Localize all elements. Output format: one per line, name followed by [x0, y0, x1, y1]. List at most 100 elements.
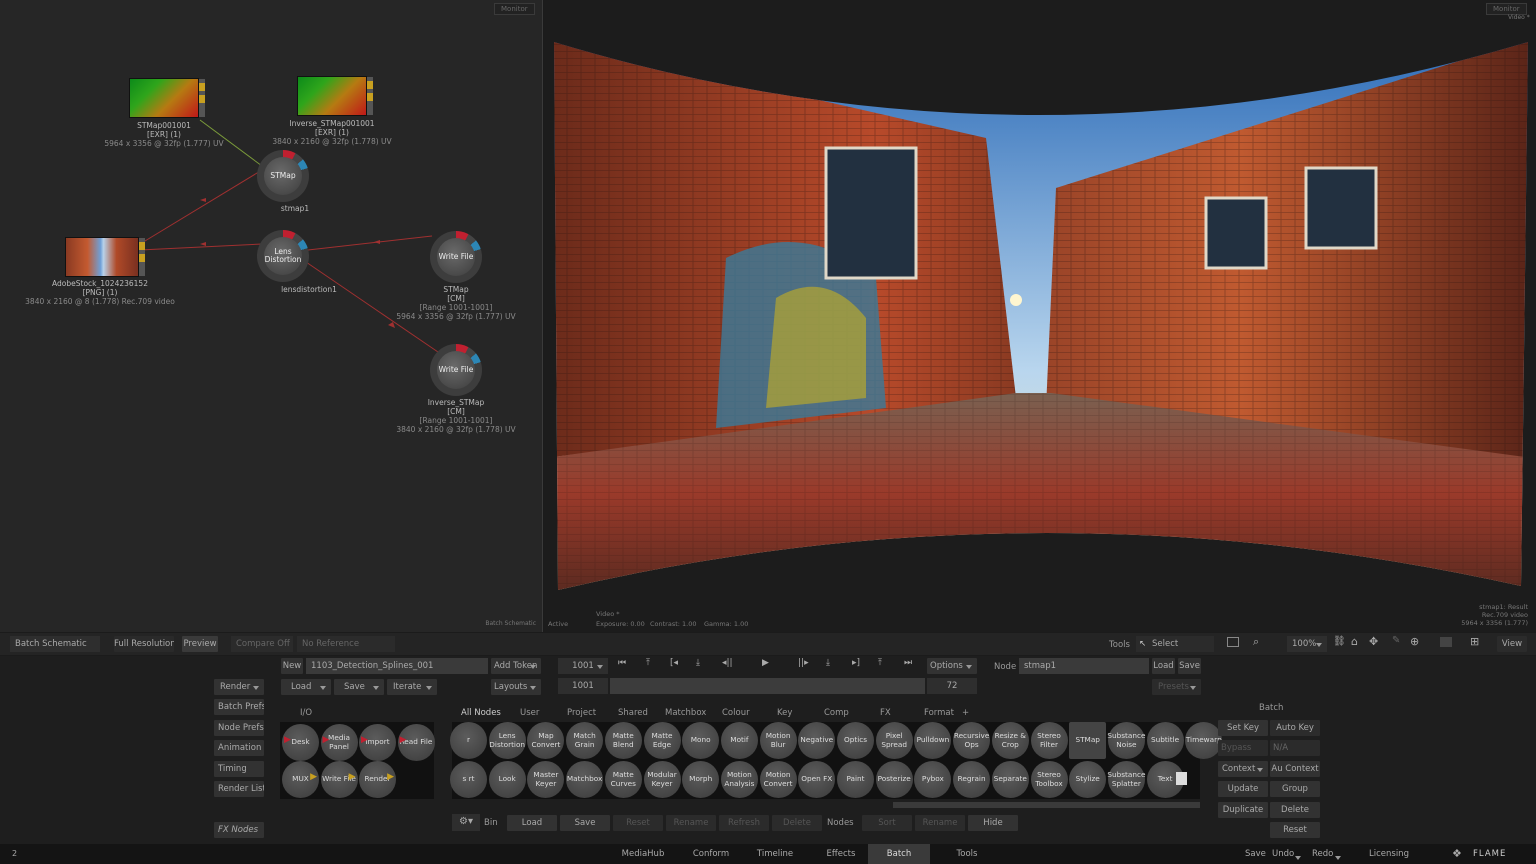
licensing-button[interactable]: Licensing: [1369, 849, 1409, 859]
node-tile-subtitle[interactable]: Subtitle: [1146, 722, 1184, 759]
step-back-icon[interactable]: ⤓: [696, 658, 700, 668]
iterate-dropdown[interactable]: Iterate: [387, 679, 437, 695]
io-tile-render[interactable]: Render ▶: [359, 761, 396, 798]
left-menu-render-list[interactable]: Render List: [214, 781, 264, 797]
node-tile-motif[interactable]: Motif: [720, 722, 758, 759]
bottom-tab-mediahub[interactable]: MediaHub: [612, 844, 674, 864]
view-button[interactable]: View: [1497, 636, 1527, 652]
bin-tab-project[interactable]: Project: [567, 708, 596, 718]
out-point-icon[interactable]: ▸]: [852, 658, 860, 668]
node-tile-timewarp[interactable]: Timewarp: [1185, 722, 1223, 759]
au-context-button[interactable]: Au Context: [1270, 761, 1320, 777]
node-tile-modular-keyer[interactable]: Modular Keyer: [643, 761, 681, 798]
bypass-button[interactable]: Bypass: [1218, 740, 1268, 756]
node-name-field[interactable]: stmap1: [1019, 658, 1149, 674]
zoom-icon[interactable]: ⌕: [1253, 635, 1259, 649]
play-icon[interactable]: ▶: [762, 658, 769, 668]
io-tile-mux[interactable]: MUX ▶: [282, 761, 319, 798]
bin-tab-fx[interactable]: FX: [880, 708, 891, 718]
current-frame-field[interactable]: 1001: [558, 658, 608, 674]
layouts-dropdown[interactable]: Layouts: [491, 679, 541, 695]
bottom-tab-conform[interactable]: Conform: [680, 844, 742, 864]
preview-button[interactable]: Preview: [182, 636, 218, 652]
link-icon[interactable]: ⛓: [1333, 636, 1346, 647]
update-button[interactable]: Update: [1218, 781, 1268, 797]
go-to-end-icon[interactable]: ⏭: [904, 658, 912, 668]
node-save-button[interactable]: Save: [1178, 658, 1201, 674]
redo-dropdown[interactable]: Redo: [1312, 849, 1346, 860]
bottom-tab-tools[interactable]: Tools: [936, 844, 998, 864]
left-menu-animation[interactable]: Animation: [214, 740, 264, 756]
nodes-hide-button[interactable]: Hide: [968, 815, 1018, 831]
node-tile-s-rt[interactable]: s rt: [450, 761, 487, 798]
render-dropdown[interactable]: Render: [214, 679, 264, 695]
bottom-tab-batch[interactable]: Batch: [868, 844, 930, 864]
full-resolution-button[interactable]: Full Resolution: [114, 636, 174, 652]
home-icon[interactable]: ⌂: [1351, 635, 1358, 648]
write-stmap-node[interactable]: Write File: [430, 231, 482, 283]
document-icon[interactable]: [1176, 772, 1187, 785]
nodes-sort-button[interactable]: Sort: [862, 815, 912, 831]
new-button[interactable]: New: [281, 658, 303, 674]
play-forward-icon[interactable]: ||▸: [798, 658, 809, 668]
bin-gear-icon[interactable]: ⚙▾: [452, 814, 480, 831]
next-keyframe-icon[interactable]: ⤒: [878, 658, 882, 668]
bottom-tab-timeline[interactable]: Timeline: [744, 844, 806, 864]
node-tile-regrain[interactable]: Regrain: [953, 761, 991, 798]
node-tile-substance-splatter[interactable]: Substance Splatter: [1107, 761, 1145, 798]
batch-schematic[interactable]: Monitor STMap001001 [EXR] (1) 5964 x 335…: [0, 0, 543, 632]
presets-dropdown[interactable]: Presets: [1152, 679, 1201, 695]
bin-tab-shared[interactable]: Shared: [618, 708, 648, 718]
in-point-icon[interactable]: [◂: [670, 658, 678, 668]
node-tile-match-grain[interactable]: Match Grain: [566, 722, 604, 759]
node-tile-mono[interactable]: Mono: [682, 722, 720, 759]
io-tile-write-file[interactable]: Write File ▶: [320, 761, 358, 798]
undo-dropdown[interactable]: Undo: [1272, 849, 1306, 860]
compare-field[interactable]: Compare Off: [231, 636, 293, 652]
delete-button[interactable]: Delete: [1270, 802, 1320, 818]
crosshair-icon[interactable]: ⊕: [1410, 635, 1419, 648]
node-tile-motion-analysis[interactable]: Motion Analysis: [720, 761, 758, 798]
setup-name-field[interactable]: 1103_Detection_Splines_001: [306, 658, 488, 674]
node-tile-pixel-spread[interactable]: Pixel Spread: [875, 722, 913, 759]
left-menu-timing[interactable]: Timing: [214, 760, 264, 777]
io-tile-import[interactable]: Import ▶: [359, 724, 396, 761]
node-tile-stylize[interactable]: Stylize: [1069, 761, 1107, 798]
picker-icon[interactable]: ✎: [1392, 635, 1400, 646]
bin-refresh-button[interactable]: Refresh: [719, 815, 769, 831]
add-token-dropdown[interactable]: Add Token: [491, 658, 541, 674]
bin-tab-key[interactable]: Key: [777, 708, 792, 718]
node-tile-r[interactable]: r: [450, 722, 487, 759]
timeline-scrubber[interactable]: [610, 678, 925, 694]
left-menu-node-prefs[interactable]: Node Prefs: [214, 719, 264, 736]
reset-button[interactable]: Reset: [1270, 822, 1320, 838]
bin-rename-button[interactable]: Rename: [666, 815, 716, 831]
add-overlay-icon[interactable]: ⊞: [1470, 635, 1479, 648]
node-tile-stereo-toolbox[interactable]: Stereo Toolbox: [1030, 761, 1068, 798]
fx-nodes-button[interactable]: FX Nodes: [214, 822, 264, 838]
duplicate-button[interactable]: Duplicate: [1218, 802, 1268, 818]
move-icon[interactable]: ✥: [1369, 635, 1378, 648]
bin-tab-user[interactable]: User: [520, 708, 539, 718]
set-key-button[interactable]: Set Key: [1218, 720, 1268, 736]
bin-reset-button[interactable]: Reset: [613, 815, 663, 831]
play-backward-icon[interactable]: ◂||: [722, 658, 733, 668]
node-tile-resize-crop[interactable]: Resize & Crop: [991, 722, 1029, 759]
node-tile-morph[interactable]: Morph: [682, 761, 720, 798]
bottom-tab-effects[interactable]: Effects: [810, 844, 872, 864]
left-menu-batch-prefs[interactable]: Batch Prefs: [214, 699, 264, 715]
bin-tab-comp[interactable]: Comp: [824, 708, 849, 718]
go-to-start-icon[interactable]: ⏮: [618, 658, 626, 668]
node-tile-motion-convert[interactable]: Motion Convert: [759, 761, 797, 798]
bin-delete-button[interactable]: Delete: [772, 815, 822, 831]
bin-tab-all-nodes[interactable]: All Nodes: [461, 708, 501, 718]
lens-distortion-node[interactable]: Lens Distortion: [257, 230, 309, 282]
bin-tab-matchbox[interactable]: Matchbox: [665, 708, 706, 718]
node-load-button[interactable]: Load: [1152, 658, 1175, 674]
auto-key-button[interactable]: Auto Key: [1270, 720, 1320, 736]
context-dropdown[interactable]: Context: [1218, 761, 1268, 777]
overlay-icon[interactable]: [1440, 637, 1452, 647]
group-button[interactable]: Group: [1270, 781, 1320, 797]
node-tile-matchbox[interactable]: Matchbox: [566, 761, 604, 798]
node-tile-separate[interactable]: Separate: [991, 761, 1029, 798]
